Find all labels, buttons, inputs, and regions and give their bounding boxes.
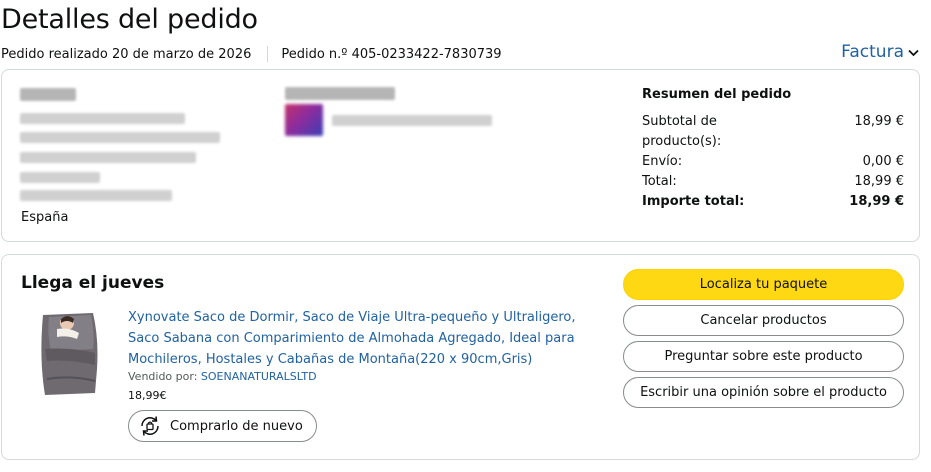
- meta-divider: [267, 46, 269, 62]
- summary-label: Envío:: [642, 154, 683, 169]
- shipment-card: Llega el jueves Xynovate Saco de Dormir,…: [1, 254, 920, 460]
- summary-label: Importe total:: [642, 194, 745, 209]
- payment-card-text-redacted: [332, 115, 492, 126]
- order-number: Pedido n.º 405-0233422-7830739: [281, 46, 502, 62]
- order-summary: Resumen del pedido Subtotal de producto(…: [642, 87, 904, 212]
- address-country: España: [21, 210, 69, 225]
- order-info-card: España Resumen del pedido Subtotal de pr…: [1, 69, 920, 242]
- order-summary-title: Resumen del pedido: [642, 87, 792, 102]
- track-package-button[interactable]: Localiza tu paquete: [623, 269, 904, 300]
- seller-info: Vendido por: SOENANATURALSLTD: [128, 370, 317, 383]
- buy-again-icon: [141, 416, 159, 436]
- page-title: Detalles del pedido: [1, 4, 258, 35]
- summary-row-shipping: Envío: 0,00 €: [642, 152, 904, 172]
- product-price: 18,99€: [128, 389, 167, 402]
- write-review-button[interactable]: Escribir una opinión sobre el producto: [623, 377, 904, 408]
- summary-value: 18,99 €: [849, 194, 904, 209]
- buy-again-button[interactable]: Comprarlo de nuevo: [128, 410, 317, 442]
- chevron-down-icon: [908, 49, 919, 57]
- payment-card-image: [285, 104, 323, 136]
- summary-row-total: Total: 18,99 €: [642, 172, 904, 192]
- summary-row-subtotal: Subtotal de producto(s): 18,99 €: [642, 112, 904, 152]
- buy-again-label: Comprarlo de nuevo: [170, 418, 303, 434]
- seller-link[interactable]: SOENANATURALSLTD: [201, 370, 317, 383]
- summary-row-grand-total: Importe total: 18,99 €: [642, 192, 904, 212]
- invoice-label: Factura: [841, 42, 904, 62]
- summary-value: 18,99 €: [854, 114, 904, 129]
- order-date: Pedido realizado 20 de marzo de 2026: [1, 46, 252, 62]
- product-image[interactable]: [35, 309, 103, 397]
- sold-by-label: Vendido por:: [128, 370, 198, 383]
- payment-method-redacted: [285, 87, 395, 100]
- summary-value: 0,00 €: [862, 154, 904, 169]
- shipment-actions: Localiza tu paquete Cancelar productos P…: [623, 269, 904, 408]
- delivery-status: Llega el jueves: [21, 273, 165, 293]
- product-title-link[interactable]: Xynovate Saco de Dormir, Saco de Viaje U…: [128, 307, 608, 370]
- summary-value: 18,99 €: [854, 174, 904, 189]
- invoice-dropdown[interactable]: Factura: [841, 42, 919, 62]
- summary-label: Total:: [642, 174, 677, 189]
- summary-label: Subtotal de producto(s):: [642, 114, 722, 149]
- order-meta: Pedido realizado 20 de marzo de 2026 Ped…: [1, 45, 502, 63]
- ask-product-question-button[interactable]: Preguntar sobre este producto: [623, 341, 904, 372]
- cancel-items-button[interactable]: Cancelar productos: [623, 305, 904, 336]
